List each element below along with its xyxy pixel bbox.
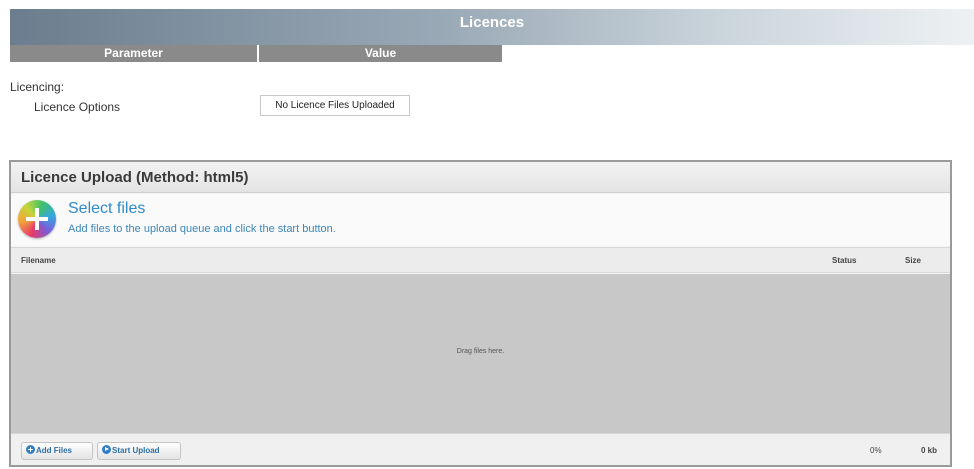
total-size: 0 kb	[921, 446, 938, 455]
column-header-value: Value	[259, 45, 502, 62]
upload-footer: Add Files Start Upload 0% 0 kb	[11, 433, 950, 465]
file-drop-zone[interactable]: Drag files here.	[11, 274, 950, 433]
column-header-parameter: Parameter	[10, 45, 257, 62]
select-files-title[interactable]: Select files	[68, 200, 145, 218]
select-files-area[interactable]: Select files Add files to the upload que…	[11, 194, 950, 246]
drop-zone-text: Drag files here.	[456, 348, 505, 355]
licence-options-value: No Licence Files Uploaded	[260, 95, 410, 116]
licencing-section-label: Licencing:	[10, 80, 65, 94]
start-upload-label: Start Upload	[112, 446, 160, 455]
add-files-button[interactable]: Add Files	[21, 442, 93, 460]
upload-panel-title: Licence Upload (Method: html5)	[11, 162, 950, 193]
play-arrow-icon	[102, 445, 111, 454]
column-status: Status	[832, 256, 857, 265]
add-circle-icon[interactable]	[18, 200, 56, 238]
page-title-bar: Licences	[10, 9, 974, 45]
start-upload-button[interactable]: Start Upload	[97, 442, 181, 460]
column-filename: Filename	[21, 256, 56, 265]
licence-options-label: Licence Options	[34, 100, 121, 114]
licence-upload-panel: Licence Upload (Method: html5) Select fi…	[9, 160, 952, 467]
select-files-subtitle: Add files to the upload queue and click …	[68, 223, 336, 235]
page-title: Licences	[459, 14, 525, 31]
add-files-label: Add Files	[36, 446, 73, 455]
add-icon	[26, 445, 35, 454]
file-list-header: Filename Status Size	[11, 247, 950, 273]
column-size: Size	[905, 256, 922, 265]
total-percent: 0%	[870, 446, 882, 455]
